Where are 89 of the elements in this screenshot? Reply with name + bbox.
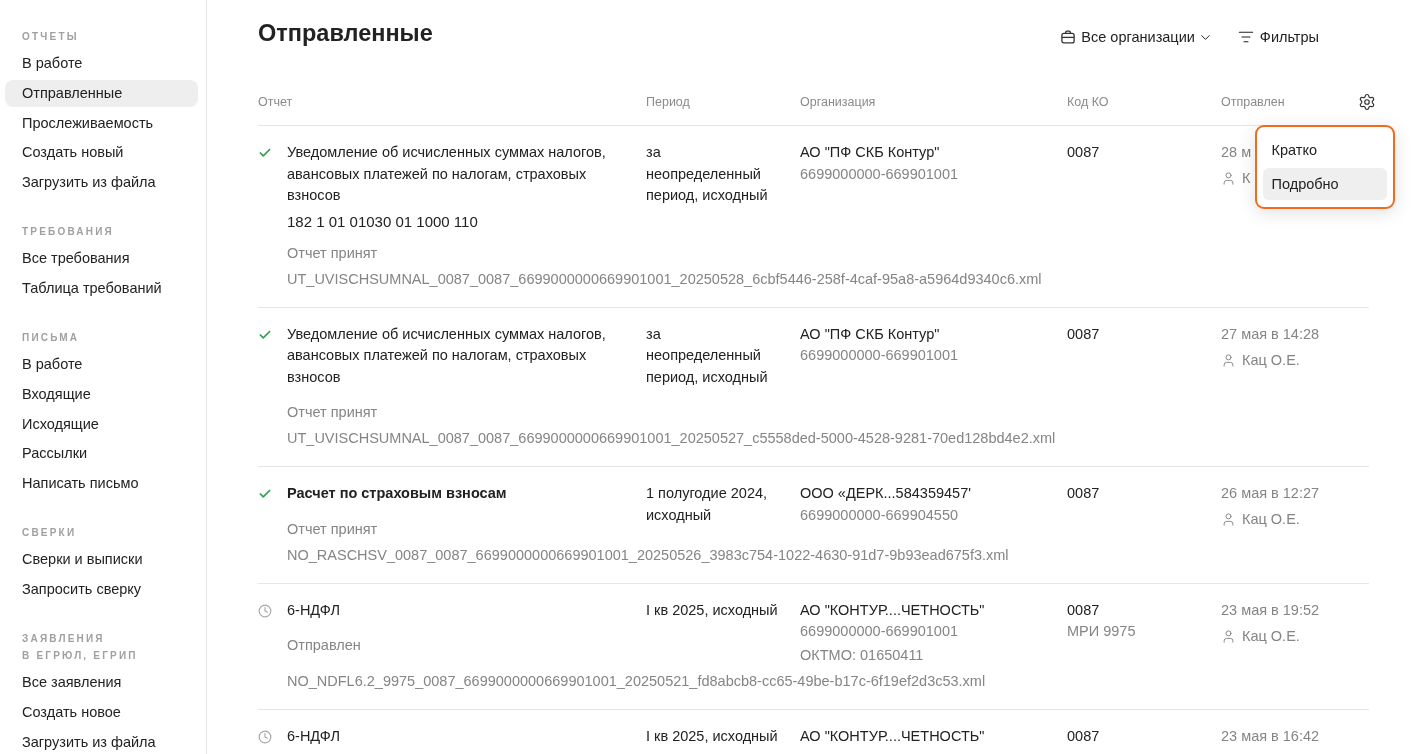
- sidebar-item[interactable]: Прослеживаемость: [5, 109, 198, 137]
- clock-icon: [258, 730, 272, 744]
- organization-name: АО "КОНТУР....ЧЕТНОСТЬ": [800, 727, 985, 746]
- column-header: Организация: [800, 94, 876, 109]
- settings-icon: [1358, 92, 1376, 111]
- sender-name: Кац О.Е.: [1242, 510, 1300, 529]
- file-name: UT_UVISCHSUMNAL_0087_0087_6699000000669901001_20250527_c5558ded-5000-4528-9281-70ed128bd4e2.xml: [287, 429, 1056, 448]
- menu-item[interactable]: Кратко: [1262, 134, 1387, 166]
- sender-name: Кац О.Е.: [1242, 350, 1300, 370]
- sent-date: 23 мая в 19:52: [1221, 600, 1320, 620]
- organization-inn: 6699000000-669904550: [800, 505, 959, 525]
- user-icon: [1221, 352, 1236, 368]
- organization-name: АО "КОНТУР....ЧЕТНОСТЬ": [800, 600, 985, 620]
- user-icon: [1221, 171, 1236, 186]
- sent-date: 26 мая в 12:27: [1221, 484, 1320, 503]
- section-heading: ПИСЬМА: [21, 331, 81, 345]
- report-title: Уведомление об исчисленных суммах налогов, авансовых платежей по налогам, страховых взносов: [287, 324, 607, 387]
- sent-date: 27 мая в 14:28: [1221, 324, 1320, 344]
- file-name: UT_UVISCHSUMNAL_0087_0087_6699000000669901001_20250528_6cbf5446-258f-4caf-95a8-a5964d9340c6.xml: [287, 269, 1042, 289]
- report-status: Отчет принят: [287, 403, 378, 422]
- report-row[interactable]: 6-НДФЛ I кв 2025, исходный АО "КОНТУР....ЧЕТНОСТЬ" 0087 23 мая в 16:42: [258, 710, 1369, 754]
- sidebar-item[interactable]: Исходящие: [5, 410, 198, 438]
- tax-office-code: 0087: [1067, 600, 1100, 620]
- briefcase-icon: [1061, 30, 1076, 44]
- period-cell-text: за неопределенный период, исходный: [646, 324, 769, 387]
- settings-button[interactable]: [1358, 92, 1376, 111]
- section-heading: СВЕРКИ: [21, 526, 78, 541]
- sidebar-item[interactable]: Создать новый: [5, 139, 198, 167]
- sidebar-item[interactable]: Загрузить из файла: [5, 169, 198, 197]
- sidebar-item[interactable]: Запросить сверку: [5, 575, 198, 603]
- sidebar-item[interactable]: В работе: [5, 351, 198, 378]
- sidebar-item[interactable]: Создать новое: [5, 698, 198, 726]
- report-title: Уведомление об исчисленных суммах налогов, авансовых платежей по налогам, страховых взносов: [287, 143, 607, 205]
- sidebar-item[interactable]: Написать письмо: [5, 470, 198, 498]
- organization-name: ООО «ДЕРК...584359457': [800, 484, 971, 503]
- filters-button[interactable]: Фильтры: [1237, 29, 1319, 45]
- report-status: Отчет принят: [287, 243, 378, 263]
- organization-name: АО "ПФ СКБ Контур": [800, 324, 940, 344]
- period-cell-text: за неопределенный период, исходный: [646, 143, 769, 205]
- report-status: Отправлен: [287, 636, 361, 655]
- organization-oktmo: ОКТМО: 01650411: [800, 646, 924, 665]
- filter-icon: [1237, 29, 1254, 45]
- sidebar-item[interactable]: В работе: [5, 50, 198, 77]
- sidebar-item[interactable]: Загрузить из файла: [5, 728, 198, 754]
- sender-name: Кац О.Е.: [1242, 626, 1300, 646]
- section-heading: ТРЕБОВАНИЯ: [21, 225, 115, 240]
- kbk-code: 182 1 01 01030 01 1000 110: [287, 211, 478, 232]
- organization-inn: 6699000000-669901001: [800, 164, 959, 184]
- tax-inspection: МРИ 9975: [1067, 622, 1136, 641]
- report-title: 6-НДФЛ: [287, 600, 340, 620]
- period-cell-text: 1 полугодие 2024, исходный: [646, 484, 769, 525]
- sidebar-item[interactable]: Таблица требований: [5, 275, 198, 302]
- column-header: Код КО: [1067, 94, 1109, 109]
- tax-office-code: 0087: [1067, 143, 1100, 162]
- period-cell-text: I кв 2025, исходный: [646, 727, 778, 746]
- section-heading: ОТЧЕТЫ: [21, 30, 80, 44]
- column-header: Отправлен: [1221, 94, 1285, 109]
- user-icon: [1221, 512, 1236, 527]
- tax-office-code: 0087: [1067, 727, 1100, 746]
- organization-inn: 6699000000-669901001: [800, 346, 959, 365]
- column-header: Отчет: [258, 94, 293, 109]
- column-header: Период: [646, 94, 690, 109]
- sidebar-item[interactable]: Все заявления: [5, 668, 198, 696]
- sidebar-item[interactable]: Рассылки: [5, 440, 198, 468]
- page-title: Отправленные: [258, 19, 433, 48]
- sidebar-item[interactable]: Отправленные: [5, 79, 198, 107]
- clock-icon: [258, 603, 272, 618]
- menu-item[interactable]: Подробно: [1262, 168, 1387, 200]
- organization-inn: 6699000000-669901001: [800, 622, 959, 641]
- check-icon: [258, 146, 272, 160]
- organization-name: АО "ПФ СКБ Контур": [800, 143, 940, 162]
- tax-office-code: 0087: [1067, 484, 1100, 503]
- sidebar-item[interactable]: Сверки и выписки: [5, 546, 198, 574]
- report-title: 6-НДФЛ: [287, 727, 340, 746]
- sent-date: 28 м: [1221, 143, 1252, 162]
- sender-name: К: [1242, 169, 1251, 188]
- user-icon: [1221, 628, 1236, 644]
- sidebar-item[interactable]: Входящие: [5, 380, 198, 408]
- report-title: Расчет по страховым взносам: [287, 484, 507, 503]
- file-name: NO_NDFL6.2_9975_0087_6699000000669901001_20250521_fd8abcb8-cc65-49be-b17c-6f19ef2d3c53.xml: [287, 672, 986, 691]
- report-status: Отчет принят: [287, 519, 378, 539]
- check-icon: [258, 487, 272, 501]
- sent-date: 23 мая в 16:42: [1221, 727, 1320, 746]
- section-heading: ЗАЯВЛЕНИЯ В ЕГРЮЛ, ЕГРИП: [21, 631, 139, 663]
- period-cell-text: I кв 2025, исходный: [646, 600, 778, 620]
- file-name: NO_RASCHSV_0087_0087_6699000000669901001_20250526_3983c754-1022-4630-91d7-9b93ead675f3.xml: [287, 545, 1009, 565]
- tax-office-code: 0087: [1067, 324, 1100, 344]
- organizations-dropdown[interactable]: Все организации: [1061, 29, 1213, 45]
- sidebar-item[interactable]: Все требования: [5, 245, 198, 273]
